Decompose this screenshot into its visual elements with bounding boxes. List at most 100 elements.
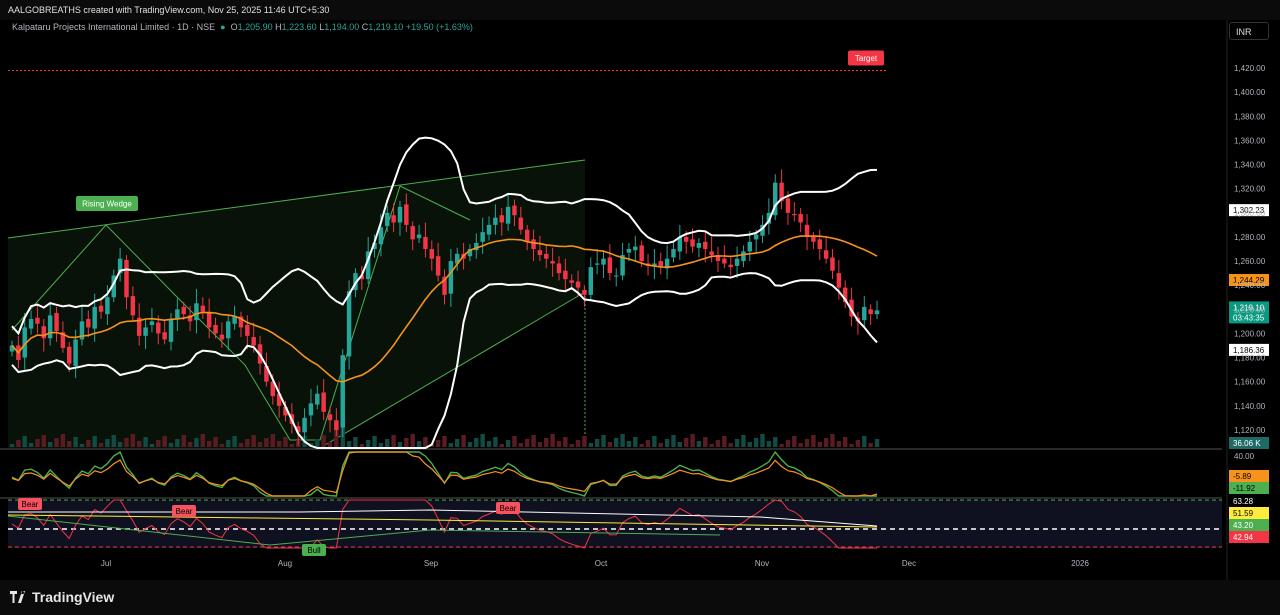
candle-body bbox=[505, 206, 511, 224]
volume-bar bbox=[575, 440, 581, 447]
volume-bar bbox=[283, 437, 288, 447]
candle-body bbox=[690, 239, 695, 247]
volume-bar bbox=[404, 438, 409, 447]
osc2-value-c-text: 43.20 bbox=[1233, 521, 1254, 530]
candle-body bbox=[868, 309, 873, 315]
y-tick-label: 1,300.00 bbox=[1234, 209, 1266, 218]
y-tick-label: 1,400.00 bbox=[1234, 88, 1266, 97]
volume-bar bbox=[671, 435, 676, 447]
volume-bar bbox=[544, 438, 549, 447]
candle-body bbox=[480, 232, 485, 242]
volume-bar bbox=[372, 436, 377, 447]
volume-bar bbox=[550, 434, 555, 447]
candle-body bbox=[175, 309, 180, 319]
candle-body bbox=[696, 242, 702, 248]
candle-body bbox=[200, 305, 206, 312]
y-tick-label: 1,120.00 bbox=[1234, 426, 1266, 435]
candle-body bbox=[588, 267, 594, 295]
candle-body bbox=[448, 261, 454, 294]
candle-body bbox=[614, 275, 619, 277]
candle-body bbox=[792, 214, 797, 216]
candle-body bbox=[149, 321, 155, 325]
osc2-value-d-text: 42.94 bbox=[1233, 533, 1254, 542]
candle-body bbox=[334, 420, 339, 430]
candle-body bbox=[73, 339, 78, 366]
volume-bar bbox=[276, 441, 282, 447]
volume-bar bbox=[16, 440, 21, 447]
candle-body bbox=[753, 234, 759, 240]
volume-bar bbox=[556, 441, 562, 447]
volume-bar bbox=[505, 440, 511, 447]
volume-bar bbox=[60, 434, 66, 447]
volume-bar bbox=[251, 435, 256, 447]
x-tick-label: Sep bbox=[424, 559, 439, 568]
volume-bar bbox=[715, 440, 721, 447]
candle-body bbox=[874, 310, 880, 315]
volume-bar bbox=[41, 435, 47, 447]
candle-body bbox=[722, 258, 727, 264]
volume-bar bbox=[136, 441, 142, 447]
volume-bar bbox=[194, 438, 199, 447]
volume-bar bbox=[868, 443, 873, 447]
volume-bar bbox=[111, 435, 116, 447]
candle-body bbox=[601, 258, 606, 265]
candle-body bbox=[219, 334, 225, 340]
candle-body bbox=[683, 236, 689, 242]
candle-body bbox=[671, 249, 676, 258]
volume-bar bbox=[785, 440, 791, 447]
candle-body bbox=[639, 245, 644, 262]
volume-bar bbox=[645, 440, 651, 447]
candle-body bbox=[308, 403, 314, 416]
volume-bar bbox=[537, 442, 543, 447]
candle-body bbox=[143, 327, 148, 336]
candle-body bbox=[556, 263, 562, 274]
volume-bar bbox=[461, 435, 466, 447]
candle-body bbox=[435, 256, 441, 276]
y-tick-label: 1,340.00 bbox=[1234, 161, 1266, 170]
candle-body bbox=[67, 346, 72, 364]
volume-bar bbox=[563, 437, 568, 447]
candle-body bbox=[798, 214, 803, 223]
tradingview-logo[interactable]: TradingView bbox=[10, 589, 114, 605]
candle-body bbox=[92, 306, 97, 329]
volume-bar bbox=[626, 441, 632, 447]
candle-body bbox=[404, 204, 409, 225]
candle-body bbox=[594, 263, 600, 265]
volume-bar bbox=[365, 440, 371, 447]
volume-bar bbox=[238, 443, 244, 447]
oscillator1-fast-line bbox=[11, 450, 877, 497]
candle-body bbox=[741, 251, 746, 262]
candle-body bbox=[321, 392, 326, 412]
osc2-value-a-text: 63.28 bbox=[1233, 497, 1254, 506]
candle-body bbox=[531, 239, 536, 250]
volume-bar bbox=[620, 434, 625, 447]
y-tick-label: 1,260.00 bbox=[1234, 257, 1266, 266]
candle-body bbox=[537, 250, 543, 256]
volume-bar bbox=[677, 442, 683, 447]
candle-body bbox=[563, 270, 568, 280]
volume-bar bbox=[594, 439, 600, 447]
y-tick-label: 1,360.00 bbox=[1234, 136, 1266, 145]
candle-body bbox=[862, 306, 867, 321]
candle-body bbox=[226, 321, 231, 339]
candle-body bbox=[391, 215, 396, 223]
candle-body bbox=[346, 291, 352, 357]
volume-bar bbox=[397, 442, 403, 447]
candle-body bbox=[575, 281, 581, 288]
candle-body bbox=[232, 316, 237, 324]
candle-body bbox=[728, 264, 733, 268]
volume-bar bbox=[664, 439, 670, 447]
price-chart[interactable]: 40.00 Bear Bear Bear Bull Target Rising Wedge… bbox=[0, 0, 1280, 580]
y-tick-label: 1,220.00 bbox=[1234, 305, 1266, 314]
volume-bar bbox=[849, 444, 854, 447]
candle-body bbox=[703, 241, 708, 250]
pane-separator bbox=[0, 448, 1222, 450]
candle-body bbox=[156, 322, 161, 334]
y-tick-label: 1,240.00 bbox=[1234, 281, 1266, 290]
volume-bar bbox=[753, 438, 759, 447]
volume-bar bbox=[200, 434, 206, 447]
y-tick-label: 1,280.00 bbox=[1234, 233, 1266, 242]
volume-bar bbox=[47, 442, 53, 447]
volume-bar bbox=[683, 438, 689, 447]
volume-bar bbox=[486, 441, 492, 447]
